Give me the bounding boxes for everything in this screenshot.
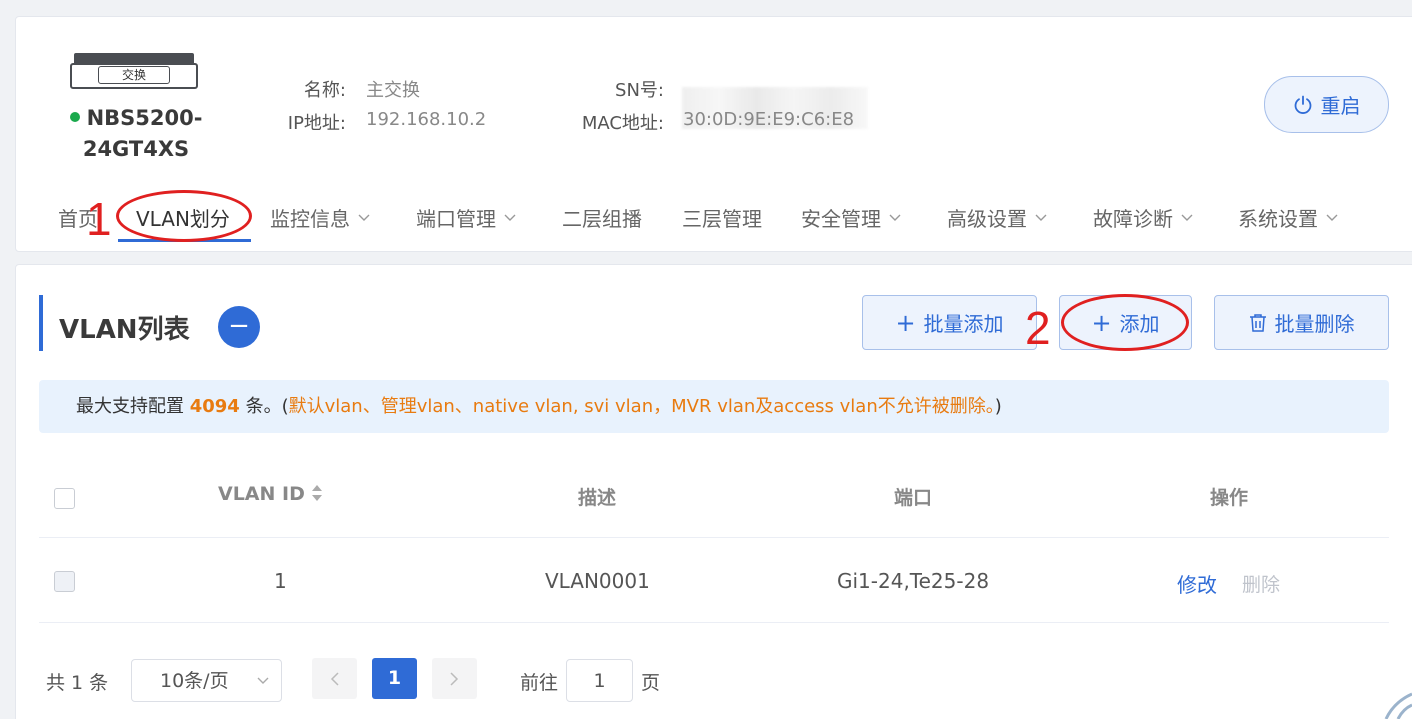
sn-label: SN号: <box>615 80 664 101</box>
nav-item-system[interactable]: 系统设置 <box>1238 203 1338 232</box>
select-all-checkbox[interactable] <box>54 488 75 509</box>
chevron-down-icon <box>1326 214 1338 221</box>
chevron-down-icon <box>1035 214 1047 221</box>
goto-suffix: 页 <box>641 672 661 694</box>
mac-label: MAC地址: <box>581 113 664 134</box>
header-divider <box>39 537 1389 538</box>
nav-item-monitor[interactable]: 监控信息 <box>270 203 370 232</box>
device-model: NBS5200- 24GT4XS <box>56 103 216 165</box>
column-header-vlan-id[interactable]: VLAN ID <box>218 483 323 505</box>
column-header-actions: 操作 <box>1210 487 1249 509</box>
row-checkbox <box>54 571 75 592</box>
next-page-button[interactable] <box>432 658 477 699</box>
annotation-circle-add-button <box>1061 294 1189 351</box>
ip-value: 192.168.10.2 <box>366 109 487 130</box>
prev-page-button[interactable] <box>312 658 357 699</box>
chevron-down-icon <box>889 214 901 221</box>
batch-add-button[interactable]: + 批量添加 <box>862 295 1037 350</box>
page-size-value: 10条/页 <box>160 670 229 692</box>
page-number-current[interactable]: 1 <box>372 658 417 699</box>
nav-item-l3[interactable]: 三层管理 <box>682 203 762 232</box>
switch-image-label: 交换 <box>98 66 170 84</box>
limit-tip-bar: 最大支持配置 4094 条。(默认vlan、管理vlan、native vlan… <box>39 380 1389 433</box>
delete-link-disabled: 删除 <box>1242 574 1281 596</box>
nav-item-diagnostics[interactable]: 故障诊断 <box>1093 203 1193 232</box>
section-title: VLAN列表 <box>59 315 190 345</box>
trash-icon <box>1249 313 1266 332</box>
page-size-select[interactable]: 10条/页 <box>131 659 282 702</box>
annotation-step-1: 1 <box>86 193 112 245</box>
online-status-dot <box>69 112 80 122</box>
edit-link[interactable]: 修改 <box>1177 569 1217 598</box>
goto-label: 前往 <box>520 672 559 694</box>
row-divider <box>39 622 1389 623</box>
nav-item-l2-multicast[interactable]: 二层组播 <box>562 203 642 232</box>
chevron-down-icon <box>1181 214 1193 221</box>
ip-label: IP地址: <box>287 113 346 134</box>
corner-decoration <box>1384 692 1412 719</box>
chevron-right-icon <box>450 671 459 686</box>
tip-suffix: 条。( <box>245 396 289 417</box>
batch-delete-button[interactable]: 批量删除 <box>1214 295 1389 350</box>
name-value: 主交换 <box>366 80 420 101</box>
nav-item-advanced[interactable]: 高级设置 <box>947 203 1047 232</box>
tip-close: ) <box>994 396 1002 417</box>
mac-value: 30:0D:9E:E9:C6:E8 <box>683 109 855 130</box>
column-header-description: 描述 <box>578 487 617 509</box>
batch-add-label: 批量添加 <box>923 312 1004 336</box>
device-model-line2: 24GT4XS <box>82 137 190 161</box>
collapse-button[interactable]: − <box>218 306 260 348</box>
column-header-ports: 端口 <box>894 487 933 509</box>
power-icon <box>1294 95 1311 114</box>
cell-description: VLAN0001 <box>545 569 650 593</box>
tip-max-count: 4094 <box>189 396 240 417</box>
name-label: 名称: <box>303 80 346 101</box>
tip-warning: 默认vlan、管理vlan、native vlan, svi vlan，MVR … <box>288 396 995 417</box>
switch-device-icon: 交换 <box>70 53 198 91</box>
chevron-down-icon <box>257 677 269 684</box>
total-count: 共 1 条 <box>46 672 109 694</box>
section-accent-bar <box>39 295 43 351</box>
chevron-down-icon <box>358 214 370 221</box>
sort-icon[interactable] <box>311 484 323 502</box>
device-model-line1: NBS5200- <box>86 106 203 130</box>
plus-icon: + <box>895 308 916 337</box>
chevron-down-icon <box>504 214 516 221</box>
reboot-button[interactable]: 重启 <box>1264 76 1389 133</box>
reboot-label: 重启 <box>1320 94 1361 118</box>
nav-item-port[interactable]: 端口管理 <box>416 203 516 232</box>
cell-vlan-id: 1 <box>274 569 287 593</box>
vlan-list-card: VLAN列表 − + 批量添加 + 添加 批量删除 最大支持配置 4094 条。… <box>15 264 1412 719</box>
tip-prefix: 最大支持配置 <box>76 396 184 417</box>
cell-ports: Gi1-24,Te25-28 <box>837 569 990 593</box>
goto-page-input[interactable]: 1 <box>566 659 633 702</box>
annotation-circle-vlan-tab <box>116 190 252 242</box>
chevron-left-icon <box>330 671 339 686</box>
batch-delete-label: 批量删除 <box>1274 312 1355 336</box>
nav-item-security[interactable]: 安全管理 <box>801 203 901 232</box>
annotation-step-2: 2 <box>1025 302 1051 354</box>
